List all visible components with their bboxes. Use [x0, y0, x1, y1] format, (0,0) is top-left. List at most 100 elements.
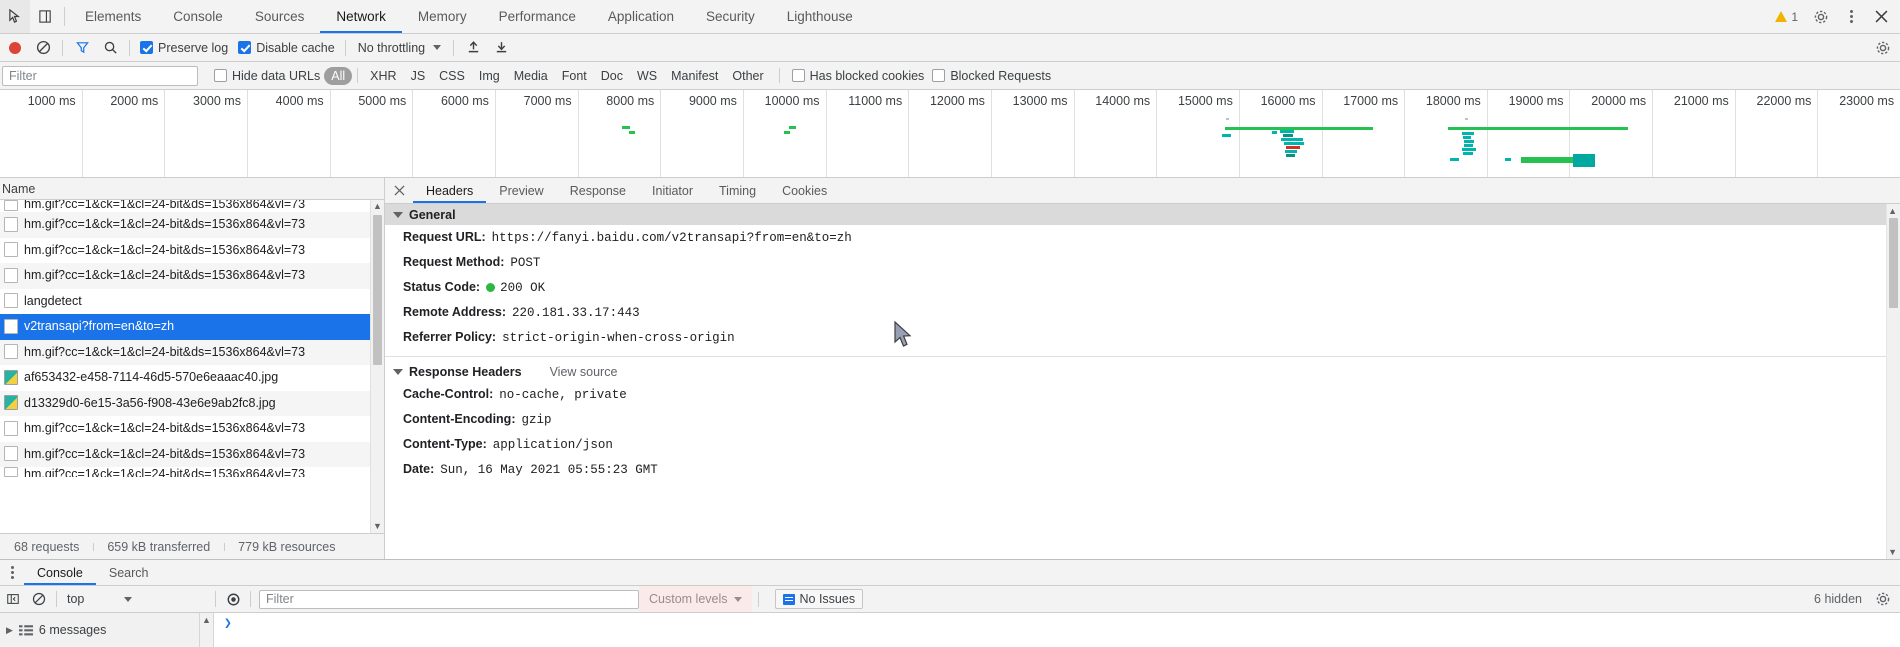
tab-security[interactable]: Security	[690, 0, 771, 33]
record-icon	[9, 41, 21, 54]
more-options-icon[interactable]	[1836, 10, 1866, 23]
disable-cache-checkbox[interactable]: Disable cache	[234, 41, 339, 55]
tab-sources[interactable]: Sources	[239, 0, 321, 33]
table-row[interactable]: d13329d0-6e15-3a56-f908-43e6e9ab2fc8.jpg	[0, 390, 384, 416]
close-devtools-icon[interactable]	[1866, 10, 1896, 23]
inspect-element-icon[interactable]	[0, 0, 30, 33]
table-row[interactable]: hm.gif?cc=1&ck=1&cl=24-bit&ds=1536x864&v…	[0, 200, 384, 212]
filter-type-other[interactable]: Other	[725, 67, 770, 85]
table-row[interactable]: hm.gif?cc=1&ck=1&cl=24-bit&ds=1536x864&v…	[0, 263, 384, 289]
detail-scrollbar[interactable]: ▲ ▼	[1886, 204, 1900, 559]
filter-type-all[interactable]: All	[324, 66, 353, 85]
filter-funnel-icon[interactable]	[69, 36, 95, 60]
clear-console-icon[interactable]	[26, 587, 52, 611]
scroll-up-icon[interactable]: ▲	[202, 615, 211, 647]
no-issues-button[interactable]: No Issues	[774, 589, 864, 609]
status-ok-icon	[486, 282, 496, 292]
tab-preview[interactable]: Preview	[486, 178, 556, 203]
export-har-icon[interactable]	[488, 36, 514, 60]
console-sidebar-toggle-icon[interactable]	[0, 587, 26, 611]
tab-memory[interactable]: Memory	[402, 0, 483, 33]
table-row[interactable]: hm.gif?cc=1&ck=1&cl=24-bit&ds=1536x864&v…	[0, 416, 384, 442]
tab-elements[interactable]: Elements	[69, 0, 157, 33]
filter-type-img[interactable]: Img	[472, 67, 507, 85]
log-levels-dropdown[interactable]: Custom levels	[639, 586, 752, 612]
timeline-bar	[1285, 150, 1297, 153]
settings-gear-icon[interactable]	[1806, 9, 1836, 25]
table-row[interactable]: langdetect	[0, 289, 384, 315]
expand-arrow-icon[interactable]: ▶	[6, 625, 13, 636]
table-row[interactable]: hm.gif?cc=1&ck=1&cl=24-bit&ds=1536x864&v…	[0, 238, 384, 264]
header-value: gzip	[521, 412, 552, 427]
filter-type-js[interactable]: JS	[404, 67, 433, 85]
table-row[interactable]: af653432-e458-7114-46d5-570e6eaaac40.jpg	[0, 365, 384, 391]
request-rows[interactable]: hm.gif?cc=1&ck=1&cl=24-bit&ds=1536x864&v…	[0, 200, 384, 533]
filter-type-doc[interactable]: Doc	[594, 67, 630, 85]
scroll-down-icon[interactable]: ▼	[1888, 547, 1897, 557]
drawer-more-options-icon[interactable]	[0, 560, 24, 585]
request-list-scrollbar[interactable]: ▲ ▼	[370, 200, 384, 533]
scroll-up-icon[interactable]: ▲	[1888, 206, 1897, 216]
filter-type-media[interactable]: Media	[507, 67, 555, 85]
network-overview-timeline[interactable]: 1000 ms 2000 ms 3000 ms 4000 ms 5000 ms …	[0, 90, 1900, 178]
has-blocked-cookies-checkbox[interactable]: Has blocked cookies	[788, 69, 929, 83]
filter-type-ws[interactable]: WS	[630, 67, 664, 85]
scroll-down-icon[interactable]: ▼	[373, 520, 382, 533]
tab-cookies[interactable]: Cookies	[769, 178, 840, 203]
drawer-tab-console[interactable]: Console	[24, 560, 96, 585]
main-tabbar-actions: 1	[1767, 0, 1900, 33]
header-value[interactable]: https://fanyi.baidu.com/v2transapi?from=…	[492, 231, 852, 246]
tab-console[interactable]: Console	[157, 0, 239, 33]
tab-response[interactable]: Response	[557, 178, 639, 203]
console-settings-eye-icon[interactable]	[220, 587, 246, 611]
tab-headers[interactable]: Headers	[413, 178, 487, 203]
filter-type-css[interactable]: CSS	[432, 67, 472, 85]
tab-network[interactable]: Network	[320, 0, 402, 33]
general-section-header[interactable]: General	[385, 204, 1900, 225]
request-list-header[interactable]: Name	[0, 178, 384, 200]
tab-performance[interactable]: Performance	[483, 0, 592, 33]
hide-data-urls-checkbox[interactable]: Hide data URLs	[210, 69, 324, 83]
tab-label: Initiator	[652, 183, 694, 198]
clear-button[interactable]	[30, 36, 56, 60]
filter-input[interactable]	[2, 65, 198, 86]
table-row[interactable]: hm.gif?cc=1&ck=1&cl=24-bit&ds=1536x864&v…	[0, 339, 384, 365]
throttling-dropdown[interactable]: No throttling	[352, 39, 447, 57]
tab-timing[interactable]: Timing	[706, 178, 769, 203]
tab-application[interactable]: Application	[592, 0, 690, 33]
table-row[interactable]: hm.gif?cc=1&ck=1&cl=24-bit&ds=1536x864&v…	[0, 441, 384, 467]
blocked-requests-checkbox[interactable]: Blocked Requests	[928, 69, 1055, 83]
tab-label: Lighthouse	[786, 9, 853, 24]
search-icon[interactable]	[97, 36, 123, 60]
preserve-log-checkbox[interactable]: Preserve log	[136, 41, 232, 55]
scroll-up-icon[interactable]: ▲	[373, 200, 382, 213]
device-toolbar-icon[interactable]	[30, 0, 60, 33]
scrollbar-thumb[interactable]	[373, 215, 382, 365]
record-button[interactable]	[2, 36, 28, 60]
header-row: Remote Address: 220.181.33.17:443	[385, 300, 1900, 325]
javascript-context-dropdown[interactable]: top	[61, 590, 211, 608]
request-detail-panel: Headers Preview Response Initiator Timin…	[385, 178, 1900, 559]
drawer-tab-search[interactable]: Search	[96, 560, 162, 585]
console-filter-input[interactable]	[259, 589, 639, 609]
scrollbar-thumb[interactable]	[1888, 218, 1898, 308]
file-type-icon	[4, 216, 18, 232]
table-row[interactable]: hm.gif?cc=1&ck=1&cl=24-bit&ds=1536x864&v…	[0, 467, 384, 478]
filter-type-manifest[interactable]: Manifest	[664, 67, 725, 85]
console-sidebar[interactable]: ▶ 6 messages	[0, 613, 200, 647]
console-settings-gear-icon[interactable]	[1870, 587, 1896, 611]
console-prompt-icon[interactable]: ❯	[214, 613, 232, 647]
network-settings-gear-icon[interactable]	[1870, 36, 1896, 60]
table-row[interactable]: hm.gif?cc=1&ck=1&cl=24-bit&ds=1536x864&v…	[0, 212, 384, 238]
filter-type-font[interactable]: Font	[555, 67, 594, 85]
filter-type-xhr[interactable]: XHR	[363, 67, 403, 85]
console-sidebar-scrollbar[interactable]: ▲	[200, 613, 214, 647]
import-har-icon[interactable]	[460, 36, 486, 60]
view-source-link[interactable]: View source	[550, 365, 618, 379]
warning-count-badge[interactable]: 1	[1767, 10, 1806, 24]
tab-lighthouse[interactable]: Lighthouse	[771, 0, 869, 33]
table-row-selected[interactable]: v2transapi?from=en&to=zh	[0, 314, 384, 340]
tab-initiator[interactable]: Initiator	[639, 178, 706, 203]
response-headers-section-header[interactable]: Response Headers View source	[385, 361, 1900, 382]
close-detail-icon[interactable]	[385, 178, 413, 203]
